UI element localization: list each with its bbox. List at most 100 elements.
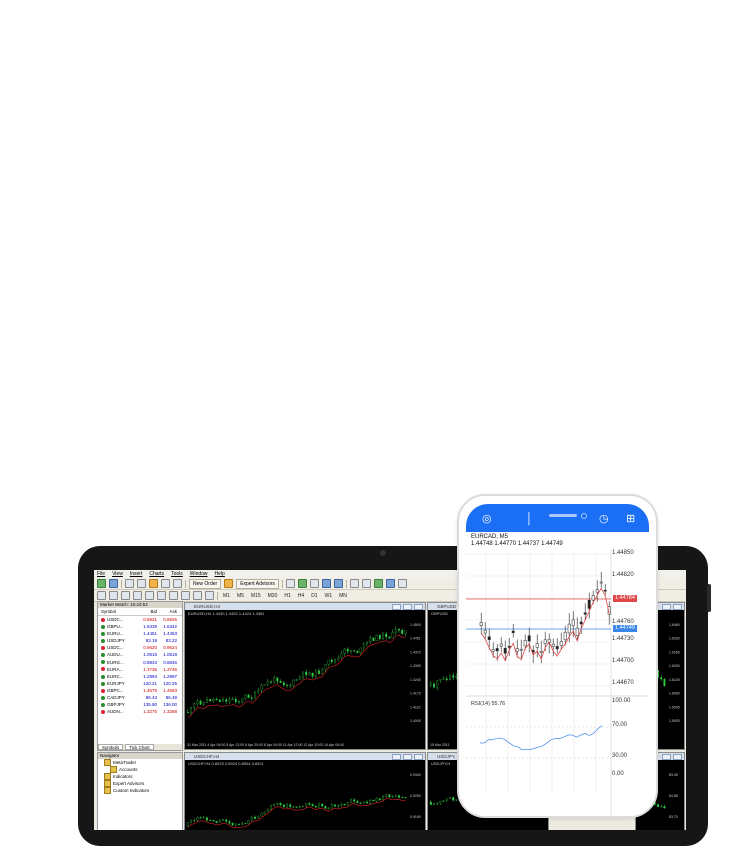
text-icon[interactable]: [181, 591, 190, 600]
chart-ohlc-usdchf: USDCHF,H4 0.8923 0.8924 0.8904 0.8921: [188, 761, 264, 766]
new-order-icon[interactable]: ⊞: [626, 514, 635, 525]
metaeditor-icon[interactable]: [224, 579, 234, 588]
chart-window-usdchf[interactable]: USDCHF,H4 USDCHF,H4 0.8923 0.8924 0.8904…: [184, 752, 426, 830]
maximize-icon[interactable]: [662, 754, 671, 760]
market-watch-row[interactable]: EURU... 1.4451 1.4453: [98, 630, 182, 637]
menu-file[interactable]: File: [97, 571, 105, 577]
trendline-icon[interactable]: [145, 591, 154, 600]
new-order-button[interactable]: New Order: [189, 578, 222, 589]
nav-item-metatrader[interactable]: MetaTrader: [98, 759, 182, 766]
timeframe-h1[interactable]: H1: [282, 593, 292, 599]
menu-view[interactable]: View: [112, 571, 123, 577]
strategy-tester-icon[interactable]: [173, 579, 182, 588]
nav-item-custom-indicators[interactable]: Custom Indicators: [98, 787, 182, 794]
tab-symbols[interactable]: Symbols: [98, 744, 124, 750]
tile-windows-icon[interactable]: [349, 579, 359, 588]
bar-chart-icon[interactable]: [285, 579, 295, 588]
nav-item-expert-advisors[interactable]: Expert Advisors: [98, 780, 182, 787]
timeframe-w1[interactable]: W1: [323, 593, 335, 599]
fibonacci-icon[interactable]: [169, 591, 178, 600]
candle-body: [199, 817, 202, 819]
market-watch-row[interactable]: EURA... 1.3736 1.3746: [98, 666, 182, 673]
bid-cell: 1.0515: [143, 652, 157, 658]
expert-advisors-button[interactable]: Expert Advisors: [236, 578, 279, 589]
navigator-icon[interactable]: [149, 579, 158, 588]
vertical-line-icon[interactable]: [121, 591, 130, 600]
candlestick-icon[interactable]: [297, 579, 307, 588]
market-watch-row[interactable]: EURC... 1.2894 1.2897: [98, 673, 182, 680]
nav-item-indicators[interactable]: Indicators: [98, 773, 182, 780]
market-watch-icon[interactable]: [125, 579, 134, 588]
minimize-icon[interactable]: [392, 754, 401, 760]
candle-body: [571, 619, 575, 626]
timeframe-mn[interactable]: MN: [337, 593, 349, 599]
menu-window[interactable]: Window: [190, 571, 208, 577]
chart-window-title: USDCHF,H4: [185, 753, 425, 760]
terminal-icon[interactable]: [161, 579, 170, 588]
timeframe-m1[interactable]: M1: [221, 593, 232, 599]
market-watch-row[interactable]: GBPJPY 135.90 136.00: [98, 701, 182, 708]
menu-insert[interactable]: Insert: [130, 571, 143, 577]
market-watch-row[interactable]: USDC... 0.9620 0.9624: [98, 644, 182, 651]
line-chart-icon[interactable]: [309, 579, 319, 588]
market-watch-row[interactable]: GBPU... 1.6339 1.6342: [98, 623, 182, 630]
menu-help[interactable]: Help: [215, 571, 225, 577]
menu-tools[interactable]: Tools: [171, 571, 183, 577]
market-watch-row[interactable]: USDJPY 83.19 83.22: [98, 637, 182, 644]
minimize-icon[interactable]: [392, 604, 401, 610]
maximize-icon[interactable]: [662, 604, 671, 610]
ask-cell: 0.9624: [163, 645, 177, 651]
timeframe-m5[interactable]: M5: [235, 593, 246, 599]
zoom-in-icon[interactable]: [321, 579, 331, 588]
market-watch-row[interactable]: EURJPY 120.21 120.25: [98, 680, 182, 687]
new-chart-icon[interactable]: [97, 579, 106, 588]
maximize-icon[interactable]: [403, 754, 412, 760]
market-watch-row[interactable]: CADJPY 86.43 86.49: [98, 694, 182, 701]
market-watch-row[interactable]: AUDU... 1.0515 1.0518: [98, 651, 182, 658]
close-icon[interactable]: [673, 754, 682, 760]
close-icon[interactable]: [673, 604, 682, 610]
nav-item-label: Expert Advisors: [113, 781, 145, 786]
close-icon[interactable]: [414, 754, 423, 760]
equidistant-channel-icon[interactable]: [157, 591, 166, 600]
indicators-icon[interactable]: [373, 579, 383, 588]
indicator-icon[interactable]: ◎: [482, 514, 492, 525]
nav-item-accounts[interactable]: Accounts: [98, 766, 182, 773]
candle-body: [286, 804, 288, 808]
history-icon[interactable]: ◷: [599, 514, 609, 525]
close-icon[interactable]: [414, 604, 423, 610]
crosshair-icon[interactable]: [109, 591, 118, 600]
candle-body: [318, 803, 320, 808]
timeframe-d1[interactable]: D1: [309, 593, 319, 599]
bid-column-header[interactable]: Bid: [137, 608, 157, 615]
horizontal-line-icon[interactable]: [133, 591, 142, 600]
crosshair-icon[interactable]: │: [526, 514, 533, 525]
templates-icon[interactable]: [397, 579, 407, 588]
market-watch-row[interactable]: AUDN... 1.3276 1.3288: [98, 708, 182, 715]
chart-shift-icon[interactable]: [361, 579, 371, 588]
symbol-column-header[interactable]: Symbol: [98, 608, 137, 615]
label-icon[interactable]: [193, 591, 202, 600]
zoom-out-icon[interactable]: [333, 579, 343, 588]
navigator-panel: Navigator MetaTrader Accounts Indicators…: [97, 752, 183, 830]
candle-body: [286, 684, 288, 686]
cursor-icon[interactable]: [97, 591, 106, 600]
periods-icon[interactable]: [385, 579, 395, 588]
market-watch-row[interactable]: EURG... 0.8843 0.8846: [98, 659, 182, 666]
chart-window-eurusd[interactable]: EURUSD,H4 EURUSD,H4 1.4430 1.4452 1.4424…: [184, 602, 426, 750]
maximize-icon[interactable]: [403, 604, 412, 610]
candle-body: [199, 700, 202, 705]
timeframe-m30[interactable]: M30: [266, 593, 280, 599]
menu-charts[interactable]: Charts: [149, 571, 164, 577]
data-window-icon[interactable]: [137, 579, 146, 588]
market-watch-row[interactable]: GBPC... 1.4575 1.4583: [98, 687, 182, 694]
candlestick-chart-usdchf: 0.9340 0.9250 0.9160: [186, 773, 421, 828]
timeframe-m15[interactable]: M15: [249, 593, 263, 599]
timeframe-h4[interactable]: H4: [296, 593, 306, 599]
candle-body: [366, 641, 368, 645]
ask-column-header[interactable]: Ask: [157, 608, 179, 615]
tab-tick-chart[interactable]: Tick Chart: [125, 744, 154, 750]
profiles-icon[interactable]: [109, 579, 118, 588]
market-watch-row[interactable]: USDC... 0.8931 0.8925: [98, 616, 182, 623]
arrows-icon[interactable]: [205, 591, 214, 600]
